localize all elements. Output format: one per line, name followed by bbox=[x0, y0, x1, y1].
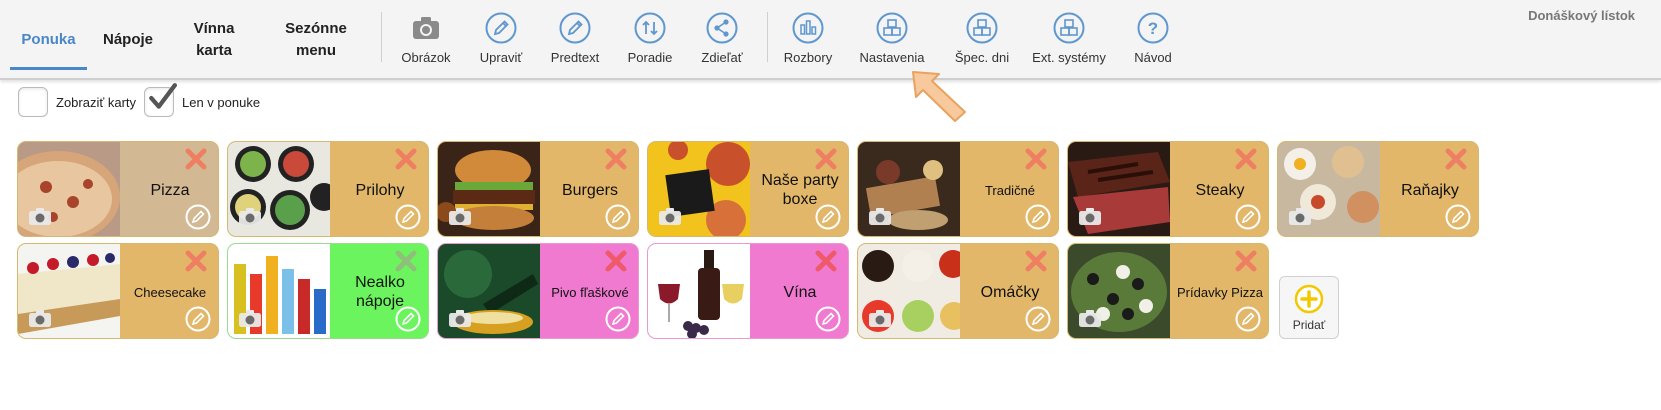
edit-icon[interactable] bbox=[1025, 204, 1051, 230]
delete-icon[interactable] bbox=[1025, 250, 1047, 272]
analytics-label: Rozbory bbox=[783, 50, 833, 65]
add-category-button[interactable]: Pridať bbox=[1279, 276, 1339, 339]
boxes-icon bbox=[876, 12, 908, 44]
category-card-omacky[interactable]: Omáčky bbox=[857, 243, 1059, 339]
category-card-burgers[interactable]: Burgers bbox=[437, 141, 639, 237]
svg-text:?: ? bbox=[1148, 19, 1158, 38]
guide-button[interactable]: ? Návod bbox=[1111, 10, 1195, 70]
category-card-cheesecake[interactable]: Cheesecake bbox=[17, 243, 219, 339]
edit-icon[interactable] bbox=[395, 204, 421, 230]
camera-icon[interactable] bbox=[448, 308, 472, 328]
camera-icon[interactable] bbox=[658, 206, 682, 226]
pencil-icon bbox=[485, 12, 517, 44]
edit-label: Upraviť bbox=[479, 50, 523, 65]
wine-photo bbox=[648, 244, 750, 338]
plus-icon bbox=[1294, 284, 1324, 314]
delete-icon[interactable] bbox=[395, 148, 417, 170]
category-card-pivo-flaskove[interactable]: Pivo fľaškové bbox=[437, 243, 639, 339]
edit-icon[interactable] bbox=[605, 204, 631, 230]
category-card-nealko-napoje[interactable]: Nealko nápoje bbox=[227, 243, 429, 339]
camera-icon[interactable] bbox=[238, 206, 262, 226]
settings-label: Nastavenia bbox=[859, 50, 925, 65]
tab-sezonne-menu[interactable]: Sezónne menu bbox=[270, 12, 362, 68]
delete-icon[interactable] bbox=[1235, 250, 1257, 272]
category-card-pizza[interactable]: Pizza bbox=[17, 141, 219, 237]
share-icon bbox=[706, 12, 738, 44]
pretext-label: Predtext bbox=[550, 50, 600, 65]
checkbox-box[interactable] bbox=[18, 87, 48, 117]
bar-chart-icon bbox=[792, 12, 824, 44]
camera-icon[interactable] bbox=[1078, 308, 1102, 328]
external-systems-label: Ext. systémy bbox=[1032, 50, 1106, 65]
edit-icon[interactable] bbox=[185, 306, 211, 332]
edit-icon[interactable] bbox=[395, 306, 421, 332]
category-card-ranajky[interactable]: Raňajky bbox=[1277, 141, 1479, 237]
edit-icon[interactable] bbox=[605, 306, 631, 332]
camera-icon[interactable] bbox=[1288, 206, 1312, 226]
category-card-tradicne[interactable]: Tradičné bbox=[857, 141, 1059, 237]
delete-icon[interactable] bbox=[605, 148, 627, 170]
camera-icon[interactable] bbox=[28, 206, 52, 226]
picture-label: Obrázok bbox=[401, 50, 451, 65]
tab-napoje[interactable]: Nápoje bbox=[92, 12, 164, 68]
edit-icon[interactable] bbox=[1235, 204, 1261, 230]
show-cards-checkbox[interactable]: Zobraziť karty bbox=[18, 86, 136, 118]
share-label: Zdieľať bbox=[701, 50, 743, 65]
share-button[interactable]: Zdieľať bbox=[680, 10, 764, 70]
tab-vinna-karta[interactable]: Vínna karta bbox=[180, 12, 248, 68]
pretext-button[interactable]: Predtext bbox=[533, 10, 617, 70]
category-card-prilohy[interactable]: Prilohy bbox=[227, 141, 429, 237]
external-systems-button[interactable]: Ext. systémy bbox=[1027, 10, 1111, 70]
camera-icon[interactable] bbox=[868, 206, 892, 226]
delete-icon[interactable] bbox=[185, 148, 207, 170]
app-label: Donáškový lístok bbox=[1528, 8, 1635, 23]
toolbar-divider bbox=[381, 12, 382, 62]
camera-icon[interactable] bbox=[868, 308, 892, 328]
only-in-menu-label: Len v ponuke bbox=[182, 94, 261, 110]
category-card-party-boxe[interactable]: Naše party boxe bbox=[647, 141, 849, 237]
category-card-pridavky-pizza[interactable]: Prídavky Pizza bbox=[1067, 243, 1269, 339]
delete-icon[interactable] bbox=[1445, 148, 1467, 170]
edit-icon[interactable] bbox=[185, 204, 211, 230]
sort-arrows-icon bbox=[634, 12, 666, 44]
category-card-vina[interactable]: Vína bbox=[647, 243, 849, 339]
analytics-button[interactable]: Rozbory bbox=[766, 10, 850, 70]
delete-icon[interactable] bbox=[1025, 148, 1047, 170]
delete-icon[interactable] bbox=[395, 250, 417, 272]
camera-icon[interactable] bbox=[448, 206, 472, 226]
pointer-arrow-icon bbox=[912, 71, 966, 122]
camera-icon[interactable] bbox=[28, 308, 52, 328]
camera-icon[interactable] bbox=[1078, 206, 1102, 226]
tab-ponuka[interactable]: Ponuka bbox=[10, 12, 87, 70]
delete-icon[interactable] bbox=[1235, 148, 1257, 170]
question-icon: ? bbox=[1137, 12, 1169, 44]
only-in-menu-checkbox[interactable]: Len v ponuke bbox=[144, 83, 261, 118]
edit-icon[interactable] bbox=[1025, 306, 1051, 332]
checkbox-box[interactable] bbox=[144, 83, 177, 117]
edit-icon[interactable] bbox=[1235, 306, 1261, 332]
camera-icon bbox=[413, 17, 439, 39]
show-cards-label: Zobraziť karty bbox=[56, 94, 137, 110]
boxes-icon bbox=[1053, 12, 1085, 44]
edit-icon[interactable] bbox=[1445, 204, 1471, 230]
pencil-icon bbox=[559, 12, 591, 44]
delete-icon[interactable] bbox=[815, 250, 837, 272]
checkmark-icon bbox=[149, 83, 177, 109]
delete-icon[interactable] bbox=[605, 250, 627, 272]
top-toolbar: Donáškový lístok Ponuka Nápoje Vínna kar… bbox=[0, 0, 1661, 80]
camera-icon[interactable] bbox=[238, 308, 262, 328]
settings-button[interactable]: Nastavenia bbox=[850, 10, 934, 70]
edit-button[interactable]: Upraviť bbox=[459, 10, 543, 70]
delete-icon[interactable] bbox=[815, 148, 837, 170]
edit-icon[interactable] bbox=[815, 204, 841, 230]
add-label: Pridať bbox=[1292, 318, 1326, 332]
edit-icon[interactable] bbox=[815, 306, 841, 332]
picture-button[interactable]: Obrázok bbox=[384, 10, 468, 70]
boxes-icon bbox=[966, 12, 998, 44]
special-days-label: Špec. dni bbox=[954, 50, 1010, 65]
special-days-button[interactable]: Špec. dni bbox=[940, 10, 1024, 70]
delete-icon[interactable] bbox=[185, 250, 207, 272]
category-card-steaky[interactable]: Steaky bbox=[1067, 141, 1269, 237]
guide-label: Návod bbox=[1134, 50, 1172, 65]
